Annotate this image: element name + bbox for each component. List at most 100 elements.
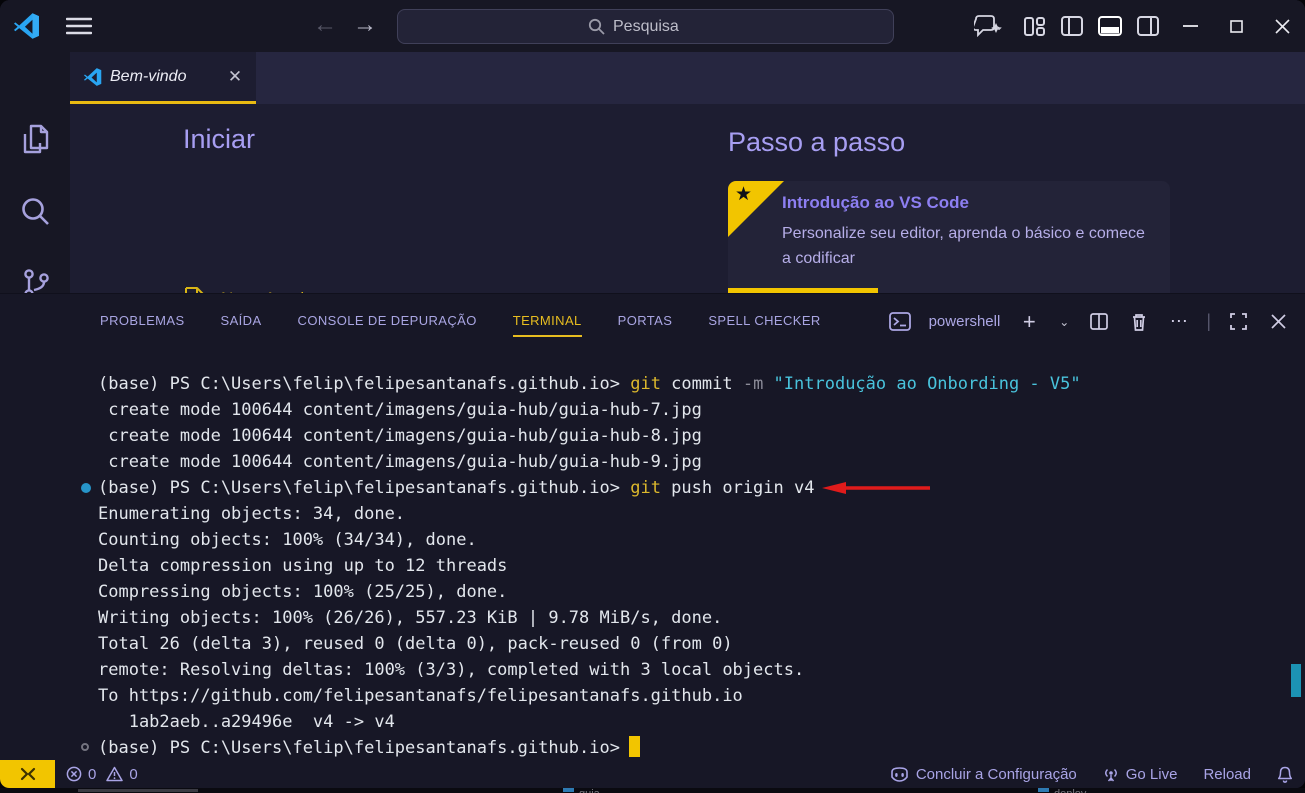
terminal-line: (base) PS C:\Users\felip\felipesantanafs… <box>98 735 1278 761</box>
new-terminal-icon[interactable]: + <box>1016 309 1042 335</box>
go-live-button[interactable]: Go Live <box>1095 760 1186 788</box>
walkthrough-description: Personalize seu editor, aprenda o básico… <box>782 221 1154 271</box>
toggle-secondary-sidebar-icon[interactable] <box>1129 0 1167 52</box>
fragment-label: deploy <box>1054 788 1086 793</box>
tab-ports[interactable]: PORTAS <box>618 307 673 337</box>
background-window-sliver: guia deploy <box>0 788 1305 793</box>
vscode-logo-icon <box>14 13 40 39</box>
problems-status[interactable]: 0 0 <box>66 760 138 788</box>
customize-layout-icon[interactable] <box>1015 0 1053 52</box>
terminal-line: Total 26 (delta 3), reused 0 (delta 0), … <box>98 631 1278 657</box>
background-fragment: guia <box>563 788 600 793</box>
file-icon <box>563 788 574 792</box>
terminal-line: create mode 100644 content/imagens/guia-… <box>98 449 1278 475</box>
tab-output[interactable]: SAÍDA <box>221 307 262 337</box>
terminal-dropdown-icon[interactable]: ⌄ <box>1056 309 1072 335</box>
new-file-link[interactable]: Novo Arquivo... <box>183 284 347 293</box>
go-live-label: Go Live <box>1126 766 1178 783</box>
command-decoration-icon[interactable] <box>81 483 91 493</box>
warning-icon <box>106 766 123 782</box>
split-terminal-icon[interactable] <box>1086 309 1112 335</box>
close-panel-icon[interactable] <box>1265 309 1291 335</box>
scroll-mark <box>1291 664 1301 697</box>
reload-label: Reload <box>1203 766 1251 783</box>
walkthroughs-heading: Passo a passo <box>728 127 905 158</box>
terminal-line: Counting objects: 100% (34/34), done. <box>98 527 1278 553</box>
vscode-window: ← → ⌄ <box>0 0 1305 788</box>
chevron-down-icon: ⌄ <box>994 19 1004 33</box>
welcome-page: Iniciar Novo Arquivo... <box>70 104 1305 293</box>
terminal-line: Enumerating objects: 34, done. <box>98 501 1278 527</box>
tab-problems[interactable]: PROBLEMAS <box>100 307 185 337</box>
search-input[interactable] <box>613 18 703 36</box>
panel-tabs: PROBLEMAS SAÍDA CONSOLE DE DEPURAÇÃO TER… <box>100 294 821 349</box>
fragment-label: guia <box>579 788 600 793</box>
terminal-line: Writing objects: 100% (26/26), 557.23 Ki… <box>98 605 1278 631</box>
notifications-button[interactable] <box>1269 760 1295 788</box>
broadcast-icon <box>1103 766 1119 782</box>
maximize-panel-icon[interactable] <box>1225 309 1251 335</box>
tab-terminal[interactable]: TERMINAL <box>513 307 582 337</box>
tab-welcome[interactable]: Bem-vindo ✕ <box>70 52 256 104</box>
toggle-primary-sidebar-icon[interactable] <box>1053 0 1091 52</box>
explorer-icon[interactable] <box>17 122 53 158</box>
shell-label[interactable]: powershell <box>929 313 1001 330</box>
tab-spell-checker[interactable]: SPELL CHECKER <box>708 307 820 337</box>
copilot-icon[interactable]: ⌄ <box>963 0 1015 52</box>
minimize-button[interactable] <box>1167 0 1213 52</box>
terminal-cursor <box>629 736 640 757</box>
command-decoration-icon[interactable] <box>81 743 89 751</box>
tab-strip: Bem-vindo ✕ ⋯ <box>70 52 1305 104</box>
walkthrough-title: Introdução ao VS Code <box>782 193 969 213</box>
title-bar: ← → ⌄ <box>0 0 1305 52</box>
close-button[interactable] <box>1259 0 1305 52</box>
remote-indicator[interactable] <box>0 760 55 788</box>
terminal-line: To https://github.com/felipesantanafs/fe… <box>98 683 1278 709</box>
tab-debug-console[interactable]: CONSOLE DE DEPURAÇÃO <box>298 307 477 337</box>
star-icon: ★ <box>735 183 752 206</box>
start-heading: Iniciar <box>183 124 255 155</box>
status-bar: 0 0 Concluir a Configuração <box>0 760 1305 788</box>
finish-setup-label: Concluir a Configuração <box>916 766 1077 783</box>
warning-count: 0 <box>129 766 137 783</box>
terminal-line: remote: Resolving deltas: 100% (3/3), co… <box>98 657 1278 683</box>
separator: | <box>1206 311 1211 332</box>
terminal-line: (base) PS C:\Users\felip\felipesantanafs… <box>98 371 1278 397</box>
tab-close-icon[interactable]: ✕ <box>224 66 246 88</box>
terminal-line: create mode 100644 content/imagens/guia-… <box>98 423 1278 449</box>
terminal-output[interactable]: (base) PS C:\Users\felip\felipesantanafs… <box>98 371 1278 761</box>
search-box[interactable] <box>397 9 894 44</box>
screen: ← → ⌄ <box>0 0 1305 793</box>
background-fragment <box>78 789 198 792</box>
tab-label: Bem-vindo <box>110 68 216 86</box>
terminal-line: Compressing objects: 100% (25/25), done. <box>98 579 1278 605</box>
kill-terminal-icon[interactable] <box>1126 309 1152 335</box>
toggle-panel-icon[interactable] <box>1091 0 1129 52</box>
error-icon <box>66 766 82 782</box>
remote-icon <box>20 767 36 781</box>
new-file-icon <box>183 286 207 293</box>
terminal-shell-icon <box>887 309 913 335</box>
finish-setup-button[interactable]: Concluir a Configuração <box>882 760 1085 788</box>
annotation-arrow-icon <box>818 480 936 496</box>
panel-more-actions-icon[interactable]: ⋯ <box>1166 309 1192 335</box>
maximize-button[interactable] <box>1213 0 1259 52</box>
walkthrough-card[interactable]: ★ Introdução ao VS Code Personalize seu … <box>728 181 1170 293</box>
terminal-line: Delta compression using up to 12 threads <box>98 553 1278 579</box>
search-icon <box>588 18 605 35</box>
nav-back-icon[interactable]: ← <box>310 10 340 42</box>
vscode-file-icon <box>84 68 102 86</box>
bell-icon <box>1277 766 1293 783</box>
terminal-line: (base) PS C:\Users\felip\felipesantanafs… <box>98 475 1278 501</box>
menu-icon[interactable] <box>66 17 92 35</box>
reload-button[interactable]: Reload <box>1195 760 1259 788</box>
copilot-status-icon <box>890 767 909 782</box>
bottom-panel: PROBLEMAS SAÍDA CONSOLE DE DEPURAÇÃO TER… <box>0 293 1305 760</box>
error-count: 0 <box>88 766 96 783</box>
search-view-icon[interactable] <box>17 194 53 230</box>
nav-forward-icon[interactable]: → <box>350 10 380 42</box>
terminal-line: 1ab2aeb..a29496e v4 -> v4 <box>98 709 1278 735</box>
file-icon <box>1038 788 1049 792</box>
background-fragment: deploy <box>1038 788 1086 793</box>
terminal-line: create mode 100644 content/imagens/guia-… <box>98 397 1278 423</box>
